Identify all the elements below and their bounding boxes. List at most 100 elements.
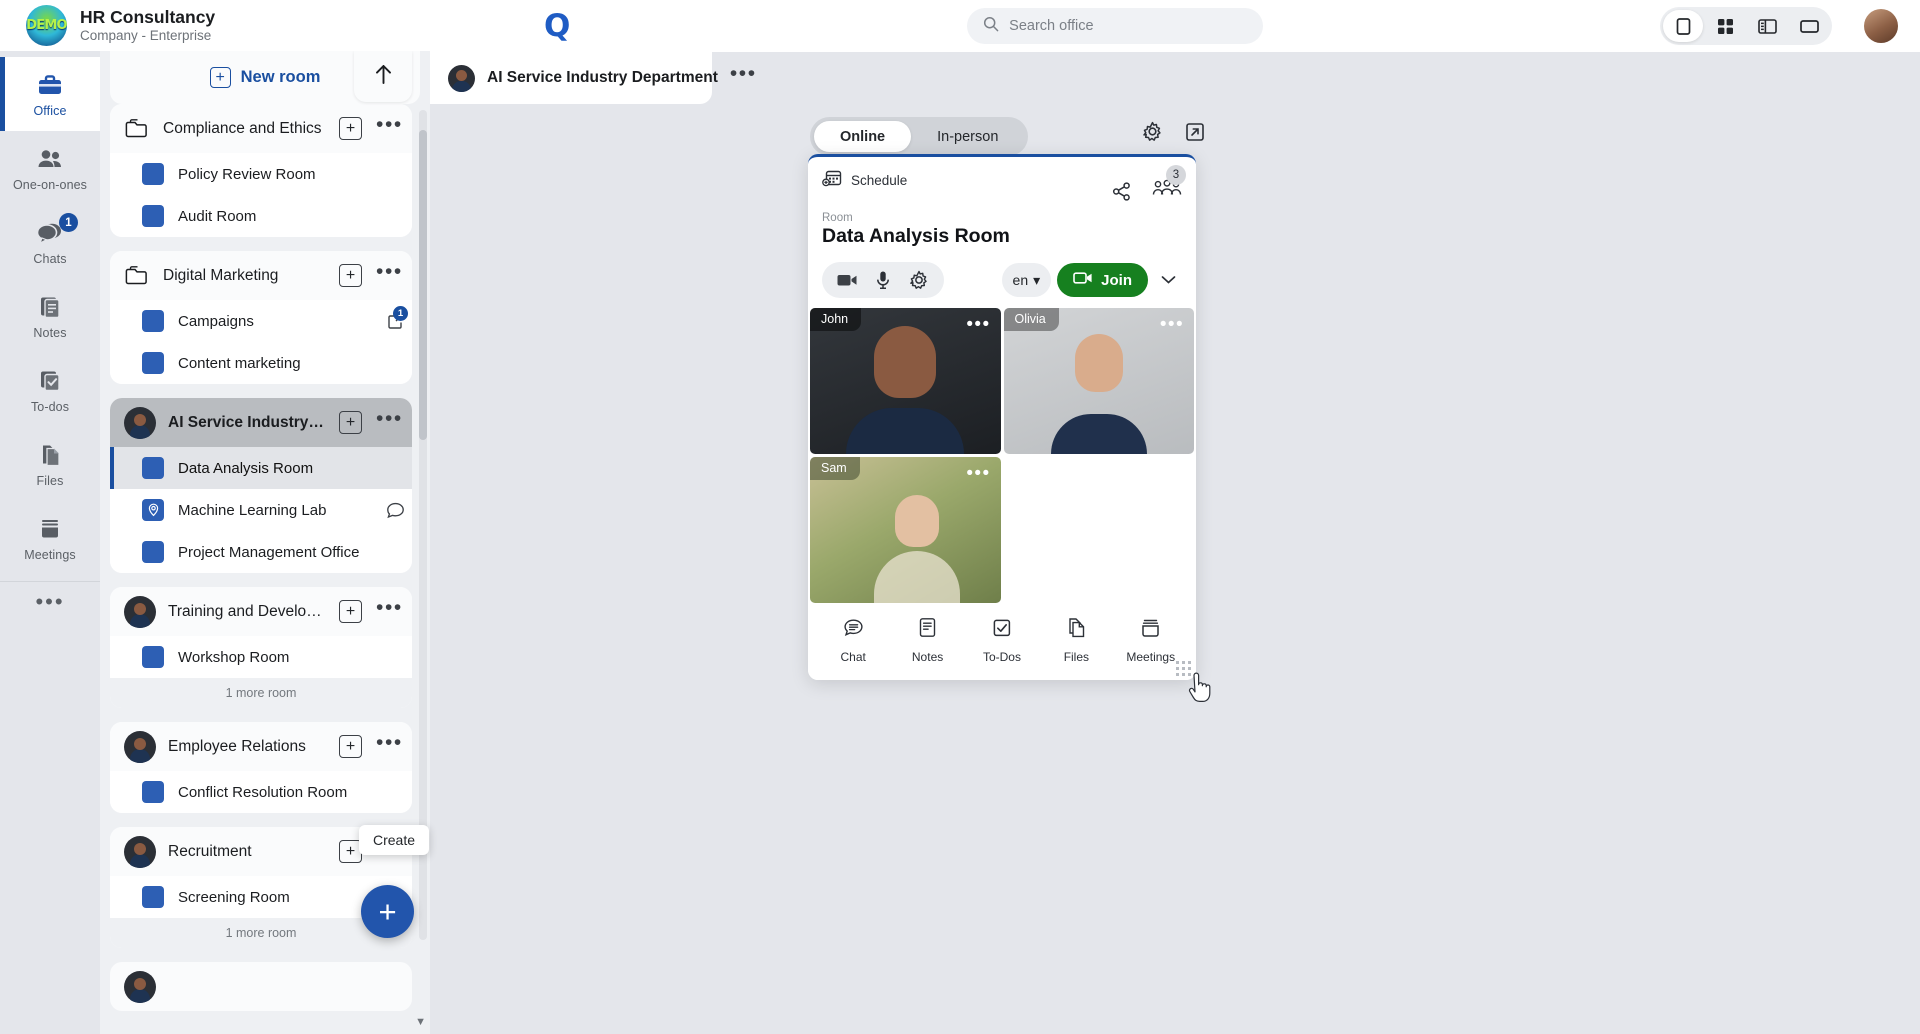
mode-toggle: Online In-person [810,117,1028,156]
card-tool-todos[interactable]: To-Dos [974,618,1030,664]
participants-count-badge: 3 [1166,165,1186,185]
group-menu-button[interactable]: ••• [376,260,402,284]
group-name: Training and Developme... [168,603,327,621]
group-header-digital-marketing[interactable]: Digital Marketing + ••• [110,251,412,300]
join-button[interactable]: Join [1057,263,1148,297]
room-row[interactable]: Campaigns 1 [110,300,412,342]
scroll-down-caret-icon[interactable]: ▼ [415,1016,426,1028]
group-header-employee-relations[interactable]: Employee Relations + ••• [110,722,412,771]
media-controls-row: en ▾ Join [808,248,1196,308]
rail-item-office[interactable]: Office [0,57,100,131]
room-group: Training and Developme... + ••• Workshop… [110,587,412,708]
tile-menu-button[interactable]: ••• [966,463,990,485]
gear-icon[interactable] [1142,121,1163,142]
microphone-icon[interactable] [868,265,898,295]
room-row[interactable]: Project Management Office [110,531,412,573]
add-room-button[interactable]: + [339,264,362,287]
rail-item-todos[interactable]: To-dos [0,353,100,427]
room-row[interactable]: Conflict Resolution Room [110,771,412,813]
rail-label-office: Office [33,104,66,118]
group-header-ai-service-industry-department[interactable]: AI Service Industry De... + ••• [110,398,412,447]
card-actions: 3 [1111,179,1182,204]
language-selector[interactable]: en ▾ [1002,263,1052,297]
card-tool-label: To-Dos [983,650,1021,664]
room-group-selected: AI Service Industry De... + ••• Data Ana… [110,398,412,573]
user-avatar[interactable] [1864,9,1898,43]
participant-name: Sam [810,457,860,480]
rail-more-button[interactable]: ••• [0,581,100,621]
rail-item-one-on-ones[interactable]: One-on-ones [0,131,100,205]
create-button[interactable]: + [361,885,414,938]
participants-button[interactable]: 3 [1152,179,1182,204]
single-pane-layout-icon[interactable] [1663,10,1703,42]
group-menu-button[interactable]: ••• [376,113,402,137]
scrollbar-thumb[interactable] [419,130,427,440]
room-name: Audit Room [178,208,412,225]
room-panel: + New room Compliance and Ethics + ••• [100,0,430,1034]
room-panel-scrollbar[interactable] [419,110,427,940]
card-tool-meetings[interactable]: Meetings [1123,618,1179,664]
participant-tile[interactable]: Sam ••• [810,457,1001,603]
join-options-button[interactable] [1154,263,1182,297]
app-logo[interactable]: Q [544,11,570,42]
room-row[interactable]: Workshop Room [110,636,412,678]
video-camera-icon[interactable] [832,265,862,295]
participant-name: John [810,308,861,331]
company-plan: Company - Enterprise [80,28,215,44]
group-header-partial[interactable] [110,962,412,1011]
add-room-button[interactable]: + [339,600,362,623]
sidebar-layout-icon[interactable] [1747,10,1787,42]
tile-menu-button[interactable]: ••• [966,314,990,336]
tab-in-person[interactable]: In-person [911,121,1024,152]
room-chat-icon[interactable] [378,502,412,519]
more-rooms-label[interactable]: 1 more room [110,678,412,708]
rail-item-notes[interactable]: Notes [0,279,100,353]
room-square-icon [142,541,164,563]
search-box[interactable] [967,8,1263,44]
open-external-icon[interactable] [1185,122,1205,142]
card-tool-chat[interactable]: Chat [825,618,881,664]
room-square-icon [142,781,164,803]
card-tool-files[interactable]: Files [1048,617,1104,664]
grid-layout-icon[interactable] [1705,10,1745,42]
group-menu-button[interactable]: ••• [376,596,402,620]
scroll-up-button[interactable] [354,51,412,102]
group-name: Compliance and Ethics [163,120,327,138]
room-row[interactable]: Policy Review Room [110,153,412,195]
tile-menu-button[interactable]: ••• [1160,314,1184,336]
room-row-active[interactable]: Data Analysis Room [110,447,412,489]
room-name: Project Management Office [178,544,412,561]
room-row[interactable]: Audit Room [110,195,412,237]
group-menu-button[interactable]: ••• [376,407,402,431]
participant-tile[interactable]: John ••• [810,308,1001,454]
group-header-training-and-development[interactable]: Training and Developme... + ••• [110,587,412,636]
new-room-button[interactable]: + New room [210,67,321,88]
tab-online[interactable]: Online [814,121,911,152]
tab-ai-service-industry-department[interactable]: AI Service Industry Department ••• [430,52,712,104]
room-title: Data Analysis Room [822,225,1182,248]
card-tool-notes[interactable]: Notes [900,617,956,664]
rail-item-chats[interactable]: 1 Chats [0,205,100,279]
room-row[interactable]: Content marketing [110,342,412,384]
gear-icon[interactable] [904,265,934,295]
room-row[interactable]: Machine Learning Lab [110,489,412,531]
add-room-button[interactable]: + [339,411,362,434]
add-room-button[interactable]: + [339,735,362,758]
participant-tile[interactable]: Olivia ••• [1004,308,1195,454]
add-room-button[interactable]: + [339,117,362,140]
department-menu-button[interactable]: ••• [730,62,757,86]
participant-tiles: John ••• Olivia ••• [808,308,1196,603]
rail-item-files[interactable]: Files [0,427,100,501]
schedule-label: Schedule [851,173,907,188]
room-compose-icon[interactable]: 1 [378,313,412,330]
search-icon [983,16,999,37]
wide-layout-icon[interactable] [1789,10,1829,42]
share-icon[interactable] [1111,181,1132,202]
brand-header: DEMO HR Consultancy Company - Enterprise [0,0,540,51]
search-input[interactable] [1009,18,1247,34]
rail-item-meetings[interactable]: Meetings [0,501,100,575]
files-icon [1066,617,1086,643]
group-menu-button[interactable]: ••• [376,731,402,755]
group-header-compliance-and-ethics[interactable]: Compliance and Ethics + ••• [110,104,412,153]
people-icon [35,145,65,173]
